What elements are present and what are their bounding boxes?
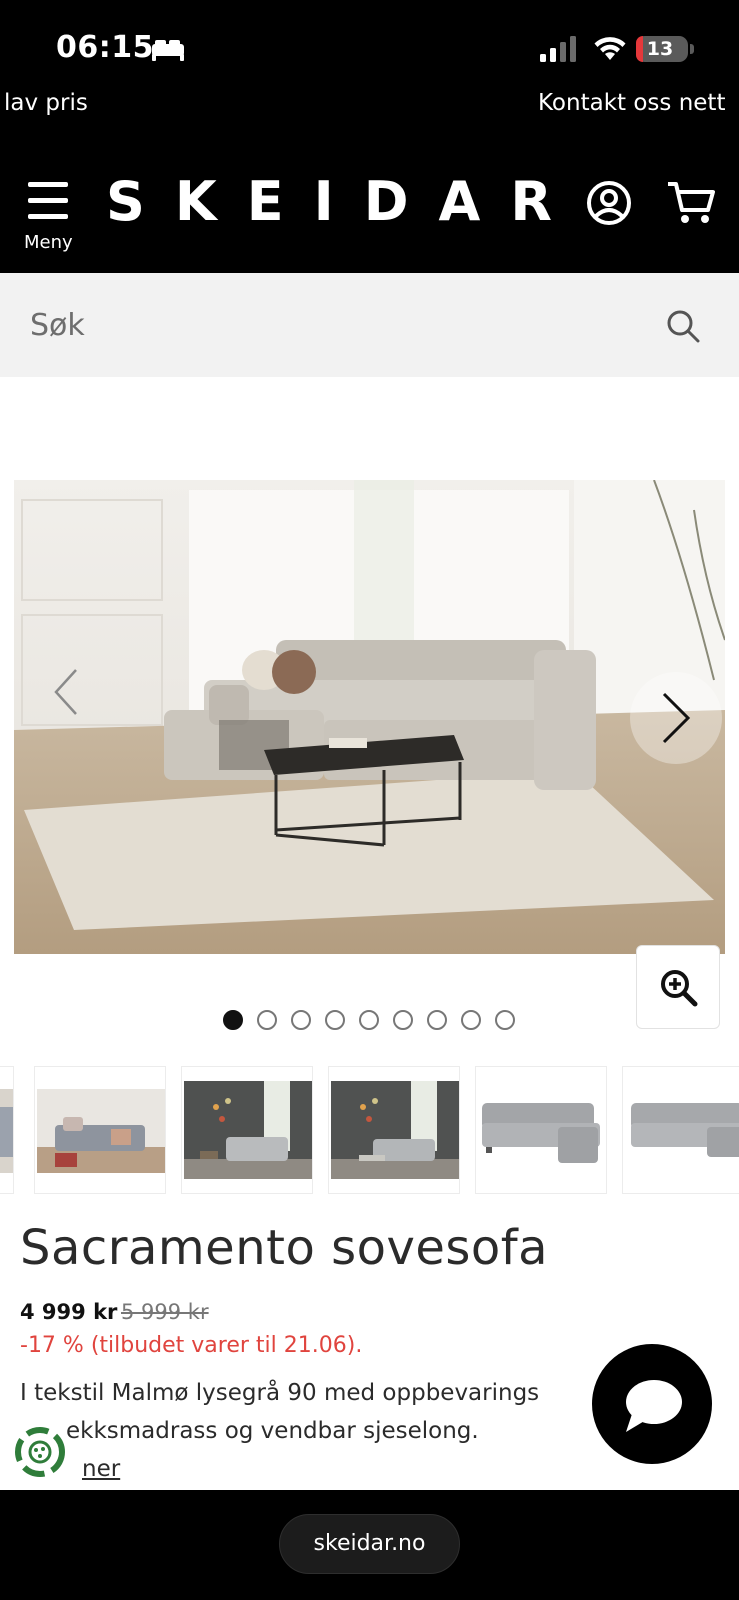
account-icon bbox=[587, 181, 631, 225]
url-bar[interactable]: skeidar.no bbox=[279, 1514, 460, 1574]
skeidar-logo[interactable]: SKEIDAR bbox=[106, 170, 582, 234]
browser-bottom-bar: skeidar.no bbox=[0, 1490, 739, 1600]
bed-icon bbox=[152, 40, 184, 61]
carousel-dot[interactable] bbox=[359, 1010, 379, 1030]
search-icon[interactable] bbox=[666, 309, 700, 343]
status-bar: 06:15 13 bbox=[0, 0, 739, 88]
product-title: Sacramento sovesofa bbox=[20, 1220, 549, 1276]
thumbnail-strip bbox=[0, 1066, 739, 1196]
signal-icon bbox=[540, 36, 576, 62]
thumbnail[interactable] bbox=[34, 1066, 166, 1194]
thumbnail[interactable] bbox=[0, 1066, 14, 1194]
thumbnail[interactable] bbox=[475, 1066, 607, 1194]
menu-icon bbox=[28, 182, 68, 220]
sofa-photo bbox=[14, 480, 725, 954]
gallery-prev-button[interactable] bbox=[40, 652, 110, 732]
ticker-text-right[interactable]: Kontakt oss nett bbox=[538, 90, 725, 116]
search-input[interactable] bbox=[30, 297, 630, 353]
product-description-line-1: I tekstil Malmø lysegrå 90 med oppbevari… bbox=[20, 1380, 540, 1406]
zoom-in-icon bbox=[661, 970, 698, 1007]
site-header: Meny SKEIDAR bbox=[0, 136, 739, 273]
thumbnail[interactable] bbox=[622, 1066, 739, 1194]
carousel-dot[interactable] bbox=[325, 1010, 345, 1030]
search-bar bbox=[0, 273, 739, 377]
carousel-dot[interactable] bbox=[393, 1010, 413, 1030]
thumbnail[interactable] bbox=[328, 1066, 460, 1194]
status-time: 06:15 bbox=[56, 30, 154, 65]
chevron-left-icon bbox=[54, 669, 77, 715]
menu-label: Meny bbox=[24, 232, 73, 253]
zoom-button[interactable] bbox=[636, 945, 720, 1029]
product-description-line-2: ekksmadrass og vendbar sjeselong. bbox=[66, 1418, 479, 1444]
cart-button[interactable] bbox=[666, 180, 716, 226]
recycle-badge-icon bbox=[15, 1427, 65, 1477]
carousel-dot[interactable] bbox=[257, 1010, 277, 1030]
battery-cap bbox=[690, 44, 694, 54]
chevron-right-icon bbox=[662, 692, 691, 744]
product-price: 4 999 kr bbox=[20, 1300, 118, 1324]
chat-button[interactable] bbox=[592, 1344, 712, 1464]
eco-badge[interactable] bbox=[12, 1424, 68, 1480]
read-more-link[interactable]: ner bbox=[82, 1456, 120, 1482]
carousel-dot[interactable] bbox=[427, 1010, 447, 1030]
promo-ticker: lav pris Kontakt oss nett bbox=[0, 88, 739, 136]
product-old-price: 5 999 kr bbox=[121, 1300, 209, 1324]
gallery-next-button[interactable] bbox=[630, 672, 722, 764]
thumbnail[interactable] bbox=[181, 1066, 313, 1194]
battery-icon: 13 bbox=[636, 36, 688, 62]
carousel-dot[interactable] bbox=[495, 1010, 515, 1030]
menu-button[interactable]: Meny bbox=[20, 182, 76, 254]
account-button[interactable] bbox=[586, 180, 632, 226]
chat-bubble-icon bbox=[626, 1380, 682, 1432]
carousel-dot[interactable] bbox=[223, 1010, 243, 1030]
battery-percent: 13 bbox=[646, 38, 674, 60]
carousel-dot[interactable] bbox=[291, 1010, 311, 1030]
discount-text: -17 % (tilbudet varer til 21.06). bbox=[20, 1333, 363, 1358]
logo-text: SKEIDAR bbox=[106, 170, 582, 233]
wifi-icon bbox=[594, 37, 626, 60]
product-main-image[interactable] bbox=[14, 480, 725, 954]
cart-icon bbox=[668, 182, 715, 223]
carousel-dot[interactable] bbox=[461, 1010, 481, 1030]
ticker-text-left: lav pris bbox=[4, 90, 88, 116]
